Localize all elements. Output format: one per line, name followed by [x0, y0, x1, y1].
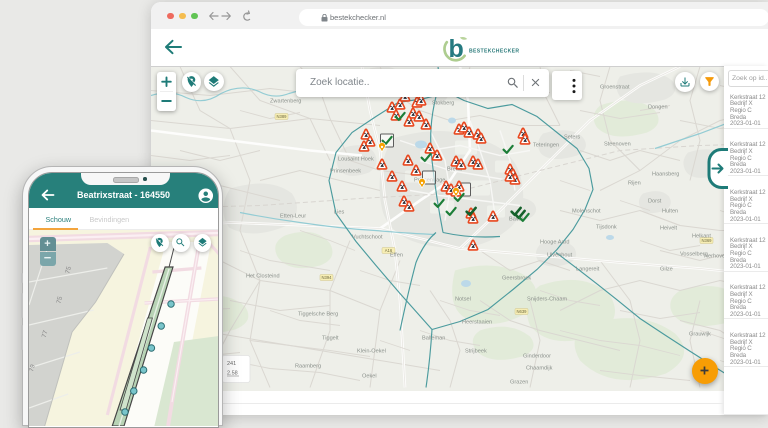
- svg-text:Zwartenberg: Zwartenberg: [270, 98, 301, 104]
- svg-text:2.58: 2.58: [227, 370, 238, 376]
- svg-text:Vuchtschoot: Vuchtschoot: [352, 234, 383, 240]
- svg-text:Grazen: Grazen: [510, 379, 528, 385]
- svg-text:Heivelt: Heivelt: [660, 225, 678, 231]
- svg-text:Lousaint Hoek: Lousaint Hoek: [338, 156, 374, 162]
- svg-text:Ulvenhout: Ulvenhout: [547, 252, 573, 258]
- svg-text:Notsel: Notsel: [455, 296, 471, 302]
- svg-text:Groenstraat: Groenstraat: [600, 84, 630, 90]
- svg-text:N639: N639: [516, 309, 527, 314]
- svg-text:Ginderdoor: Ginderdoor: [523, 353, 551, 359]
- svg-text:Grauwijk: Grauwijk: [689, 331, 711, 337]
- svg-text:Raamberg: Raamberg: [295, 363, 321, 369]
- svg-text:BESTEKCHECKER: BESTEKCHECKER: [469, 49, 519, 55]
- svg-text:b: b: [449, 35, 464, 62]
- svg-text:Langereit: Langereit: [576, 266, 600, 272]
- svg-text:Geersbroek: Geersbroek: [502, 275, 531, 281]
- svg-text:Molenschot: Molenschot: [572, 208, 601, 214]
- svg-text:Snijders-Chaam: Snijders-Chaam: [527, 296, 567, 302]
- svg-text:Het Closteind: Het Closteind: [246, 273, 280, 279]
- svg-text:Teteringen: Teteringen: [533, 142, 559, 148]
- svg-text:Stokberg: Stokberg: [432, 100, 454, 106]
- svg-text:Klein-Oekel: Klein-Oekel: [357, 348, 386, 354]
- svg-text:Steenoven: Steenoven: [604, 141, 631, 147]
- svg-text:Hooge Aard: Hooge Aard: [540, 239, 570, 245]
- svg-text:Heerstaaien: Heerstaaien: [462, 319, 492, 325]
- svg-text:Tijsdonk: Tijsdonk: [596, 224, 617, 230]
- svg-text:Prinsenbeek: Prinsenbeek: [330, 168, 361, 174]
- svg-text:N389: N389: [276, 114, 287, 119]
- svg-text:Tiggelsche Berg: Tiggelsche Berg: [298, 311, 338, 317]
- svg-text:Chaamdijk: Chaamdijk: [526, 365, 553, 371]
- svg-text:Etten-Leur: Etten-Leur: [280, 213, 306, 219]
- svg-text:Oekel: Oekel: [362, 373, 377, 379]
- svg-text:Dongen: Dongen: [648, 104, 668, 110]
- svg-text:Gilze: Gilze: [660, 266, 673, 272]
- svg-text:Balleman: Balleman: [422, 335, 445, 341]
- svg-text:241: 241: [227, 361, 236, 367]
- svg-text:Lies: Lies: [334, 209, 344, 215]
- svg-text:Tiggelt: Tiggelt: [322, 335, 339, 341]
- svg-text:Haansberg: Haansberg: [652, 171, 679, 177]
- svg-text:Hulten: Hulten: [662, 208, 678, 214]
- svg-text:Rijen: Rijen: [628, 180, 641, 186]
- svg-text:Effen: Effen: [390, 252, 403, 258]
- svg-text:Helkant: Helkant: [692, 233, 711, 239]
- svg-text:Dorst: Dorst: [648, 198, 662, 204]
- svg-text:Strijbeek: Strijbeek: [465, 348, 487, 354]
- svg-text:N394: N394: [321, 275, 332, 280]
- svg-text:Seters: Seters: [564, 134, 580, 140]
